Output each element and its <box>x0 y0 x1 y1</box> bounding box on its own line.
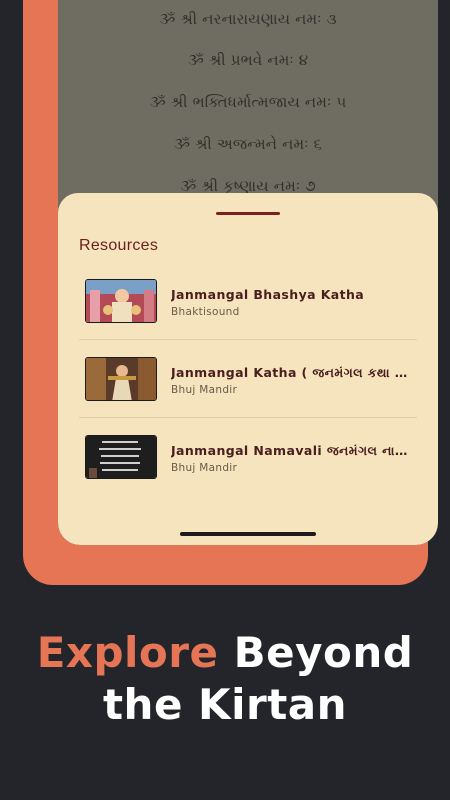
resource-item[interactable]: Janmangal Katha ( જનમંગલ કથા ) by... Bhu… <box>79 348 417 426</box>
tagline-rest: Beyond <box>218 628 414 677</box>
tagline-accent: Explore <box>36 628 219 677</box>
tagline-line-1: Explore Beyond <box>0 628 450 677</box>
resource-title: Janmangal Katha ( જનમંગલ કથા ) by... <box>171 365 411 380</box>
resource-channel: Bhaktisound <box>171 306 240 318</box>
deity-painting-thumbnail-icon <box>85 279 157 323</box>
mantra-line: ૐ શ્રી ભક્તિધર્માત્મજાય નમઃ ૫ <box>149 93 347 111</box>
resources-bottom-sheet[interactable]: Resources Janmangal Bhashya Katha Bhakti… <box>58 193 438 545</box>
resource-item[interactable]: Janmangal Namavali જનમંગલ નામવલી... Bhuj… <box>79 426 417 504</box>
divider <box>79 339 417 340</box>
resource-item[interactable]: Janmangal Bhashya Katha Bhaktisound <box>79 270 417 348</box>
resource-title: Janmangal Bhashya Katha <box>171 287 365 302</box>
mantra-line: ૐ શ્રી નરનારાયણાય નમઃ ૩ <box>159 10 337 28</box>
sheet-title: Resources <box>79 237 159 254</box>
namavali-text-thumbnail-icon <box>85 435 157 479</box>
phone-frame: ૐ શ્રી નરનારાયણાય નમઃ ૩ ૐ શ્રી પ્રભવે નમ… <box>23 0 438 585</box>
mantra-line: ૐ શ્રી પ્રભવે નમઃ ૪ <box>187 51 309 69</box>
home-indicator[interactable] <box>180 532 316 536</box>
resource-channel: Bhuj Mandir <box>171 384 238 396</box>
tagline-line-2: the Kirtan <box>102 680 348 729</box>
resource-title: Janmangal Namavali જનમંગલ નામવલી... <box>171 443 411 458</box>
resource-channel: Bhuj Mandir <box>171 462 238 474</box>
deity-video-thumbnail-icon <box>85 357 157 401</box>
divider <box>79 417 417 418</box>
mantra-line: ૐ શ્રી અજન્મને નમઃ ૬ <box>173 135 323 153</box>
phone-screen: ૐ શ્રી નરનારાયણાય નમઃ ૩ ૐ શ્રી પ્રભવે નમ… <box>58 0 438 545</box>
sheet-drag-handle[interactable] <box>216 212 280 215</box>
